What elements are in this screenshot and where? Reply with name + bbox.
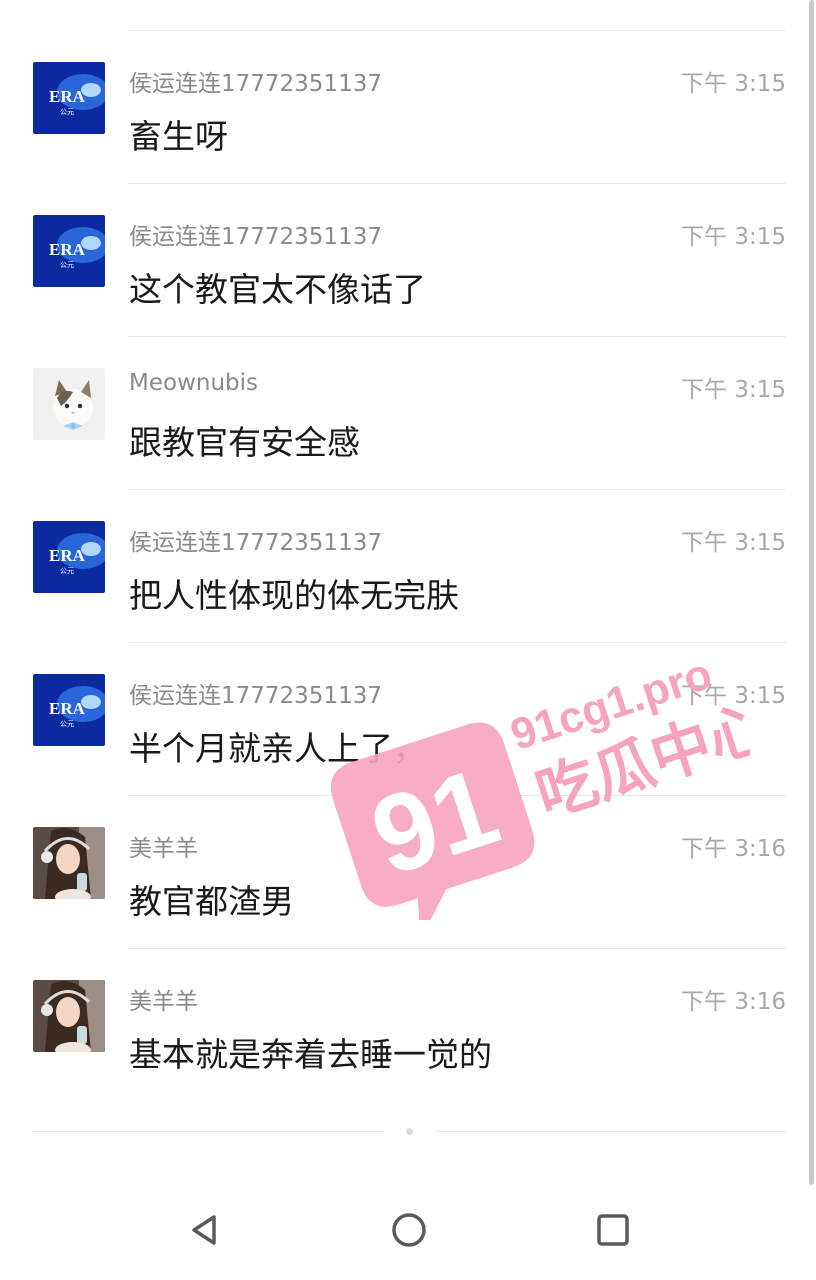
avatar-logo-text: ERA (49, 546, 86, 565)
sender-name: 侯运连连17772351137 (129, 71, 382, 97)
avatar-logo-text: ERA (49, 699, 86, 718)
chat-message[interactable]: ERA 公元 侯运连连17772351137 下午 3:15 这个教官太不像话了 (0, 184, 816, 337)
avatar[interactable]: ERA 公元 (33, 62, 105, 134)
avatar-logo-subtext: 公元 (60, 567, 74, 575)
avatar[interactable] (33, 980, 105, 1052)
recents-square-icon[interactable] (588, 1205, 638, 1255)
back-triangle-icon[interactable] (180, 1205, 230, 1255)
message-time: 下午 3:15 (681, 683, 786, 709)
sender-name: 侯运连连17772351137 (129, 530, 382, 556)
message-text: 畜生呀 (129, 117, 228, 156)
chat-message[interactable]: 美羊羊 下午 3:16 教官都渣男 (0, 796, 816, 949)
message-time: 下午 3:16 (681, 836, 786, 862)
message-time: 下午 3:16 (681, 989, 786, 1015)
sender-name: Meownubis (129, 370, 259, 396)
avatar[interactable] (33, 827, 105, 899)
avatar[interactable]: ERA 公元 (33, 674, 105, 746)
sender-name: 美羊羊 (129, 836, 198, 862)
message-time: 下午 3:15 (681, 530, 786, 556)
message-time: 下午 3:15 (681, 71, 786, 97)
chat-message[interactable]: Meownubis 下午 3:15 跟教官有安全感 (0, 337, 816, 490)
avatar-logo-text: ERA (49, 240, 86, 259)
chat-message[interactable]: ERA 公元 侯运连连17772351137 下午 3:15 畜生呀 (0, 31, 816, 184)
message-text: 把人性体现的体无完肤 (129, 576, 459, 615)
message-time: 下午 3:15 (681, 224, 786, 250)
sender-name: 侯运连连17772351137 (129, 683, 382, 709)
list-end-divider-right (436, 1131, 786, 1132)
message-time: 下午 3:15 (681, 377, 786, 403)
sender-name: 侯运连连17772351137 (129, 224, 382, 250)
message-text: 这个教官太不像话了 (129, 270, 426, 309)
avatar-logo-text: ERA (49, 87, 86, 106)
loading-indicator-dot (406, 1128, 413, 1135)
chat-message-list: ERA 公元 侯运连连17772351137 下午 3:15 畜生呀 ERA 公元 侯运连连1… (0, 31, 816, 1102)
list-end-divider-left (33, 1131, 383, 1132)
chat-message[interactable]: ERA 公元 侯运连连17772351137 下午 3:15 半个月就亲人上了， (0, 643, 816, 796)
avatar[interactable] (33, 368, 105, 440)
avatar-logo-subtext: 公元 (60, 261, 74, 269)
message-text: 半个月就亲人上了， (129, 729, 426, 768)
home-circle-icon[interactable] (384, 1205, 434, 1255)
message-text: 跟教官有安全感 (129, 423, 360, 462)
system-navigation-bar (0, 1185, 816, 1280)
chat-message[interactable]: 美羊羊 下午 3:16 基本就是奔着去睡一觉的 (0, 949, 816, 1102)
chat-message[interactable]: ERA 公元 侯运连连17772351137 下午 3:15 把人性体现的体无完肤 (0, 490, 816, 643)
sender-name: 美羊羊 (129, 989, 198, 1015)
avatar[interactable]: ERA 公元 (33, 521, 105, 593)
avatar[interactable]: ERA 公元 (33, 215, 105, 287)
avatar-logo-subtext: 公元 (60, 108, 74, 116)
message-text: 基本就是奔着去睡一觉的 (129, 1035, 492, 1074)
message-text: 教官都渣男 (129, 882, 294, 921)
avatar-logo-subtext: 公元 (60, 720, 74, 728)
